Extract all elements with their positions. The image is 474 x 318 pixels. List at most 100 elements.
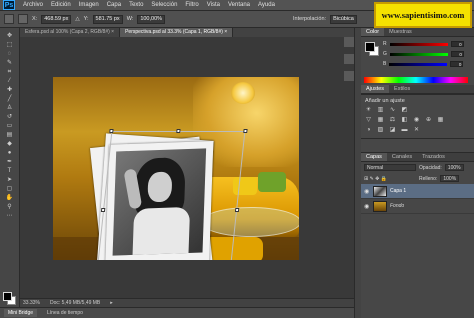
- green-slider[interactable]: [389, 52, 448, 56]
- tab-mini-bridge[interactable]: Mini Bridge: [4, 309, 38, 317]
- tab-swatches[interactable]: Muestras: [384, 28, 417, 36]
- curves-icon[interactable]: ∿: [388, 107, 397, 114]
- foreground-color-swatch[interactable]: [3, 292, 12, 301]
- transform-handle-right[interactable]: [234, 208, 240, 212]
- visibility-eye-icon[interactable]: ◉: [364, 203, 370, 210]
- photo-filter-icon[interactable]: ◉: [412, 117, 421, 124]
- gradient-tool-icon[interactable]: ▤: [4, 131, 16, 139]
- type-tool-icon[interactable]: T: [4, 167, 16, 175]
- interpolation-select[interactable]: Bicúbica: [330, 14, 357, 24]
- menu-filtro[interactable]: Filtro: [181, 2, 202, 8]
- status-arrow-icon[interactable]: ▸: [110, 300, 113, 306]
- x-field[interactable]: 468.59 px: [41, 14, 72, 24]
- layers-panel-tabs: Capas Canales Trazados: [361, 153, 474, 162]
- history-brush-tool-icon[interactable]: ↺: [4, 113, 16, 121]
- opacity-field[interactable]: 100%: [444, 164, 464, 171]
- move-tool-icon[interactable]: ✥: [4, 32, 16, 40]
- shape-tool-icon[interactable]: ▢: [4, 185, 16, 193]
- w-field[interactable]: 100,00%: [137, 14, 166, 24]
- menu-imagen[interactable]: Imagen: [75, 2, 103, 8]
- tab-timeline[interactable]: Línea de tiempo: [43, 309, 87, 317]
- transform-bounding-box[interactable]: [94, 129, 248, 260]
- menu-vista[interactable]: Vista: [203, 2, 224, 8]
- tab-paths[interactable]: Trazados: [417, 153, 450, 161]
- zoom-level[interactable]: 33.33%: [23, 300, 40, 306]
- layer-row-fondo[interactable]: ◉ Fondo: [361, 199, 474, 214]
- eyedropper-tool-icon[interactable]: ⁄: [4, 77, 16, 85]
- color-lookup-icon[interactable]: ▦: [436, 117, 445, 124]
- gradient-map-icon[interactable]: ▬: [400, 127, 409, 134]
- threshold-icon[interactable]: ◪: [388, 127, 397, 134]
- tab-styles[interactable]: Estilos: [389, 85, 415, 93]
- pen-tool-icon[interactable]: ✒: [4, 158, 16, 166]
- menu-archivo[interactable]: Archivo: [19, 2, 47, 8]
- invert-icon[interactable]: ◑: [364, 127, 373, 134]
- channel-mixer-icon[interactable]: ⊕: [424, 117, 433, 124]
- transform-handle-top-left[interactable]: [109, 129, 114, 133]
- more-tools-icon[interactable]: ⋯: [4, 212, 16, 220]
- document-canvas[interactable]: [53, 77, 299, 260]
- hand-tool-icon[interactable]: ✋: [4, 194, 16, 202]
- adjust-panel-tabs: Ajustes Estilos: [361, 85, 474, 94]
- blue-slider[interactable]: [389, 62, 448, 66]
- y-field[interactable]: 581.75 px: [92, 14, 123, 24]
- menu-ayuda[interactable]: Ayuda: [254, 2, 279, 8]
- crop-tool-icon[interactable]: ⌗: [4, 68, 16, 76]
- document-size: Doc: 5,49 MB/5,49 MB: [49, 300, 101, 306]
- blur-tool-icon[interactable]: ◆: [4, 140, 16, 148]
- tab-channels[interactable]: Canales: [387, 153, 417, 161]
- link-icon[interactable]: △: [75, 16, 79, 22]
- visibility-eye-icon[interactable]: ◉: [364, 188, 370, 195]
- menu-ventana[interactable]: Ventana: [224, 2, 254, 8]
- tab-color[interactable]: Color: [361, 28, 385, 36]
- blue-value[interactable]: 0: [450, 61, 464, 67]
- tab-layers[interactable]: Capas: [361, 153, 387, 161]
- black-white-icon[interactable]: ◧: [400, 117, 409, 124]
- canvas-workspace[interactable]: [20, 37, 354, 298]
- tab-perspectiva[interactable]: Perspectiva.psd al 33.3% (Capa 1, RGB/8#…: [120, 28, 234, 37]
- lasso-tool-icon[interactable]: ◌: [4, 50, 16, 58]
- transform-handle-top[interactable]: [176, 129, 181, 133]
- tab-adjustments[interactable]: Ajustes: [361, 85, 390, 93]
- color-spectrum[interactable]: [364, 77, 468, 83]
- hue-saturation-icon[interactable]: ▦: [376, 117, 385, 124]
- menu-seleccion[interactable]: Selección: [147, 2, 181, 8]
- zoom-tool-icon[interactable]: ⚲: [4, 203, 16, 211]
- tab-esfera[interactable]: Esfera.psd al 100% (Capa 2, RGB/8#) ×: [20, 28, 121, 37]
- photoshop-logo: Ps: [3, 0, 15, 10]
- menu-capa[interactable]: Capa: [103, 2, 125, 8]
- exposure-icon[interactable]: ◩: [400, 107, 409, 114]
- selective-color-icon[interactable]: ✕: [412, 127, 421, 134]
- blend-mode-select[interactable]: Normal: [364, 164, 416, 171]
- brightness-icon[interactable]: ☀: [364, 107, 373, 114]
- panel-divider: [354, 28, 361, 318]
- path-select-tool-icon[interactable]: ➤: [4, 176, 16, 184]
- posterize-icon[interactable]: ▨: [376, 127, 385, 134]
- transform-tool-icon[interactable]: [4, 14, 14, 24]
- reference-point-icon[interactable]: [18, 14, 28, 24]
- quick-select-tool-icon[interactable]: ✎: [4, 59, 16, 67]
- red-value[interactable]: 0: [450, 41, 464, 47]
- x-label: X:: [32, 16, 38, 22]
- layer-row-capa1[interactable]: ◉ Capa 1: [361, 184, 474, 199]
- brush-tool-icon[interactable]: ╱: [4, 95, 16, 103]
- fill-field[interactable]: 100%: [440, 175, 460, 182]
- transform-handle-top-right[interactable]: [243, 129, 248, 133]
- eraser-tool-icon[interactable]: ▭: [4, 122, 16, 130]
- vibrance-icon[interactable]: ▽: [364, 117, 373, 124]
- marquee-tool-icon[interactable]: ⬚: [4, 41, 16, 49]
- healing-tool-icon[interactable]: ✚: [4, 86, 16, 94]
- transform-handle-left[interactable]: [100, 208, 106, 212]
- levels-icon[interactable]: ▥: [376, 107, 385, 114]
- lock-icons[interactable]: ⊞ ✎ ✥ 🔒: [364, 176, 416, 182]
- stamp-tool-icon[interactable]: ♙: [4, 104, 16, 112]
- menu-edicion[interactable]: Edición: [47, 2, 75, 8]
- layer-name: Capa 1: [390, 188, 407, 194]
- color-panel-fg-swatch[interactable]: [365, 42, 375, 52]
- color-panel: R 0 G 0 B 0: [361, 37, 474, 85]
- color-balance-icon[interactable]: ⚖: [388, 117, 397, 124]
- menu-texto[interactable]: Texto: [125, 2, 147, 8]
- green-value[interactable]: 0: [450, 51, 464, 57]
- dodge-tool-icon[interactable]: ●: [4, 149, 16, 157]
- red-slider[interactable]: [389, 42, 448, 46]
